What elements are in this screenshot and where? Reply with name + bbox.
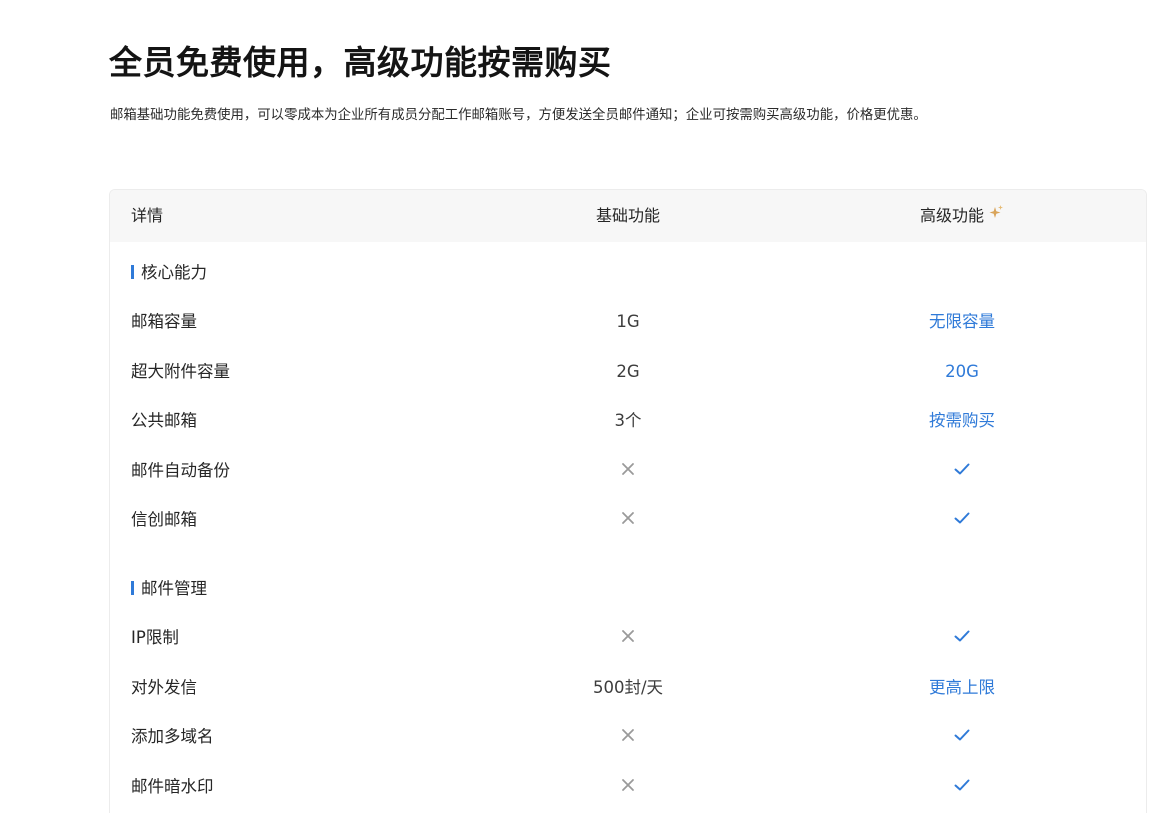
table-header: 详情 基础功能 高级功能 xyxy=(110,190,1146,242)
feature-name: 公共邮箱 xyxy=(131,411,197,430)
feature-name: 信创邮箱 xyxy=(131,510,197,529)
header-advanced-label: 高级功能 xyxy=(919,206,985,225)
cross-icon xyxy=(621,775,635,799)
check-icon xyxy=(954,775,971,799)
feature-name: 邮件自动备份 xyxy=(131,461,230,480)
table-row: 添加多域名 xyxy=(110,725,1146,749)
advanced-value: 更高上限 xyxy=(929,678,995,697)
section-title: 核心能力 xyxy=(131,261,207,285)
pricing-comparison-page: 全员免费使用，高级功能按需购买 邮箱基础功能免费使用，可以零成本为企业所有成员分… xyxy=(0,0,1161,813)
basic-value: 1G xyxy=(616,312,640,331)
cross-icon xyxy=(621,626,635,650)
feature-name: 邮件暗水印 xyxy=(131,777,214,796)
table-row: 邮箱容量 1G 无限容量 xyxy=(110,310,1146,334)
table-row: 超大附件容量 2G 20G xyxy=(110,360,1146,384)
check-icon xyxy=(954,725,971,749)
cross-icon xyxy=(621,725,635,749)
cross-icon xyxy=(621,508,635,532)
page-title: 全员免费使用，高级功能按需购买 xyxy=(109,43,612,82)
table-row: 邮件暗水印 xyxy=(110,775,1146,799)
section-accent-bar xyxy=(131,581,134,595)
table-row: 信创邮箱 xyxy=(110,508,1146,532)
feature-name: IP限制 xyxy=(131,628,179,647)
feature-name: 邮箱容量 xyxy=(131,312,197,331)
section-accent-bar xyxy=(131,265,134,279)
feature-comparison-table: 详情 基础功能 高级功能 核心能力邮箱容量 1G 无限容量超大附件容量 2G 20G 公共… xyxy=(109,189,1147,813)
page-subtitle: 邮箱基础功能免费使用，可以零成本为企业所有成员分配工作邮箱账号，方便发送全员邮件… xyxy=(110,108,927,123)
basic-value: 3个 xyxy=(614,411,642,430)
table-row: 邮件自动备份 xyxy=(110,459,1146,483)
header-detail: 详情 xyxy=(131,206,164,225)
feature-name: 添加多域名 xyxy=(131,727,214,746)
section-title-label: 邮件管理 xyxy=(141,579,207,598)
feature-name: 对外发信 xyxy=(131,678,197,697)
header-basic-label: 基础功能 xyxy=(595,206,661,225)
cross-icon xyxy=(621,459,635,483)
check-icon xyxy=(954,459,971,483)
table-row: 公共邮箱 3个 按需购买 xyxy=(110,409,1146,433)
sparkle-icon xyxy=(988,190,1004,241)
table-row: 对外发信 500封/天 更高上限 xyxy=(110,676,1146,700)
basic-value: 2G xyxy=(616,362,640,381)
advanced-value: 20G xyxy=(945,362,979,381)
advanced-value: 无限容量 xyxy=(929,312,995,331)
section-title-label: 核心能力 xyxy=(141,263,207,282)
advanced-value: 按需购买 xyxy=(929,411,995,430)
check-icon xyxy=(954,626,971,650)
check-icon xyxy=(954,508,971,532)
table-row: IP限制 xyxy=(110,626,1146,650)
feature-name: 超大附件容量 xyxy=(131,362,230,381)
section-title: 邮件管理 xyxy=(131,577,207,601)
basic-value: 500封/天 xyxy=(592,678,664,697)
